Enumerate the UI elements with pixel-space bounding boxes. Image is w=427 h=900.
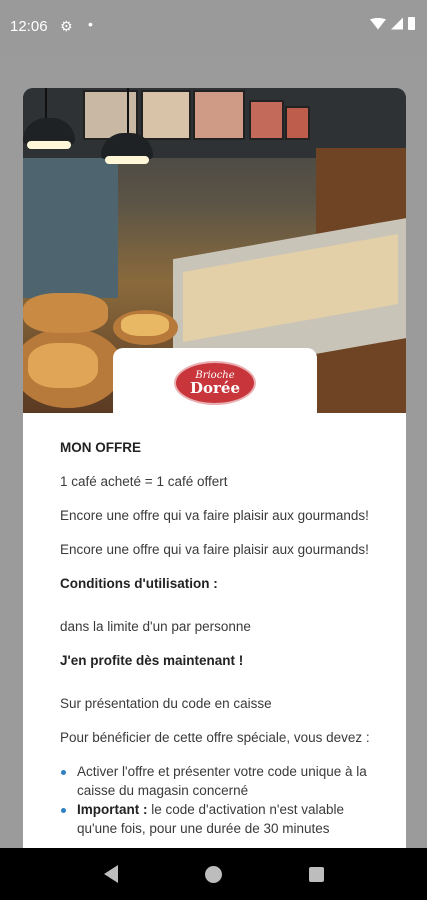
- cta-title: J'en profite dès maintenant !: [60, 653, 244, 668]
- offer-heading: MON OFFRE: [60, 440, 141, 455]
- signal-icon: [391, 17, 403, 30]
- recent-apps-icon[interactable]: [308, 866, 324, 882]
- status-time: 12:06: [10, 18, 48, 35]
- list-item: Important : le code d'activation n'est v…: [60, 800, 370, 838]
- bullet-2-strong: Important :: [77, 802, 148, 817]
- offer-paragraph-2: Encore une offre qui va faire plaisir au…: [60, 542, 369, 557]
- offer-summary: 1 café acheté = 1 café offert: [60, 474, 228, 489]
- wifi-icon: [370, 17, 386, 30]
- hero-image: Brioche Dorée: [23, 88, 406, 413]
- offer-content: MON OFFRE 1 café acheté = 1 café offert …: [60, 438, 370, 838]
- status-bar: 12:06 ⚙ •: [0, 0, 427, 55]
- brand-logo: Brioche Dorée: [174, 361, 256, 405]
- status-icons: [370, 17, 415, 30]
- instructions-list: Activer l'offre et présenter votre code …: [60, 762, 370, 838]
- back-icon[interactable]: [103, 865, 118, 883]
- gear-icon: ⚙: [60, 18, 73, 34]
- list-item: Activer l'offre et présenter votre code …: [60, 762, 370, 800]
- logo-line2: Dorée: [189, 378, 240, 397]
- page-background: Brioche Dorée MON OFFRE 1 café acheté = …: [0, 55, 427, 900]
- conditions-text: dans la limite d'un par personne: [60, 619, 251, 634]
- presentation-text: Sur présentation du code en caisse: [60, 696, 272, 711]
- navigation-bar: [0, 848, 427, 900]
- home-icon[interactable]: [204, 865, 222, 883]
- offer-paragraph-1: Encore une offre qui va faire plaisir au…: [60, 508, 369, 523]
- intro-text: Pour bénéficier de cette offre spéciale,…: [60, 730, 370, 745]
- battery-icon: [408, 17, 415, 30]
- bullet-1-text: Activer l'offre et présenter votre code …: [77, 764, 367, 798]
- dot-icon: •: [88, 16, 93, 32]
- offer-card[interactable]: Brioche Dorée MON OFFRE 1 café acheté = …: [23, 88, 406, 900]
- logo-tab: Brioche Dorée: [113, 348, 317, 413]
- conditions-title: Conditions d'utilisation :: [60, 576, 218, 591]
